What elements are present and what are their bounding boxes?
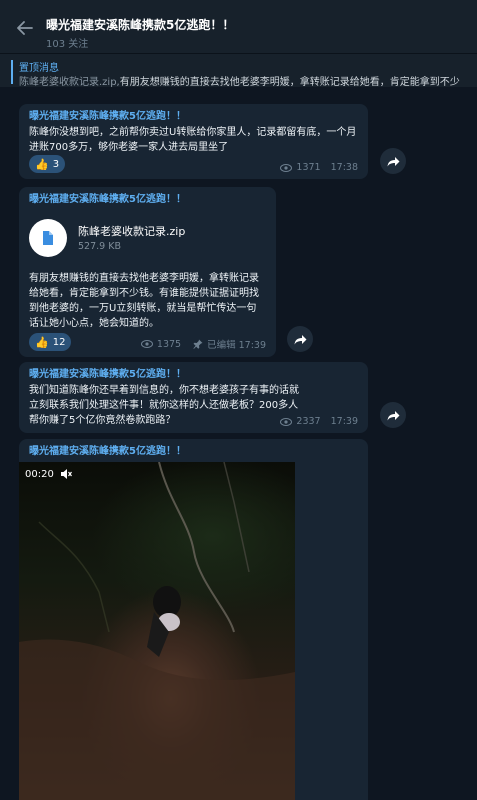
pinned-indicator <box>11 60 13 84</box>
share-button[interactable] <box>380 402 406 428</box>
view-count: 1375 <box>156 338 182 350</box>
message-sender[interactable]: 曝光福建安溪陈峰携款5亿逃跑！！ <box>29 110 358 124</box>
reaction-count: 12 <box>52 336 66 348</box>
file-attachment[interactable]: 陈峰老婆收款记录.zip 527.9 KB <box>29 215 266 261</box>
speaker-muted-icon[interactable] <box>60 468 72 480</box>
message-text: 陈峰你没想到吧，之前帮你卖过U转账给你家里人，记录都留有底，一个月进账700多万… <box>29 127 357 153</box>
document-icon[interactable] <box>29 219 67 257</box>
message-sender[interactable]: 曝光福建安溪陈峰携款5亿逃跑！！ <box>29 193 266 207</box>
share-button[interactable] <box>380 148 406 174</box>
video-player[interactable]: 00:20 <box>19 462 295 800</box>
message-sender[interactable]: 曝光福建安溪陈峰携款5亿逃跑！！ <box>19 445 368 459</box>
channel-header: 曝光福建安溪陈峰携款5亿逃跑！！ 103 关注 <box>0 0 477 53</box>
message-meta: 2337 17:39 <box>280 416 358 427</box>
message-bubble[interactable]: 曝光福建安溪陈峰携款5亿逃跑！！ 陈峰老婆收款记录.zip 527.9 KB 有… <box>19 187 276 357</box>
share-arrow-icon <box>387 410 399 420</box>
pinned-file-name: 陈峰老婆收款记录.zip, <box>19 77 120 87</box>
share-arrow-icon <box>387 156 399 166</box>
message-list: 曝光福建安溪陈峰携款5亿逃跑！！ 陈峰你没想到吧，之前帮你卖过U转账给你家里人，… <box>0 87 477 800</box>
message-text: 我们知道陈峰你还早着到信息的，你不想老婆孩子有事的话就立刻联系我们处理这件事！就… <box>29 385 299 426</box>
view-count: 1371 <box>296 162 321 173</box>
message-sender[interactable]: 曝光福建安溪陈峰携款5亿逃跑！！ <box>29 368 358 382</box>
pinned-text: 陈峰老婆收款记录.zip,有朋友想赚钱的直接去找他老婆李明媛，拿转账记录给她看，… <box>19 73 460 87</box>
eye-icon <box>140 340 153 348</box>
message-bubble[interactable]: 曝光福建安溪陈峰携款5亿逃跑！！ 我们知道陈峰你还早着到信息的，你不想老婆孩子有… <box>19 362 368 433</box>
view-count: 2337 <box>296 416 321 427</box>
video-duration: 00:20 <box>25 468 72 480</box>
thumbs-up-icon: 👍 <box>35 335 49 349</box>
arrow-left-icon[interactable] <box>17 21 33 35</box>
edited-time: 已编辑 17:39 <box>207 340 266 351</box>
reaction-count: 3 <box>52 158 60 170</box>
message-meta: 1375 已编辑 17:39 <box>140 337 266 351</box>
message-time: 17:38 <box>330 162 358 173</box>
video-time-label: 00:20 <box>25 468 54 480</box>
share-button[interactable] <box>287 326 313 352</box>
reaction-badge[interactable]: 👍 12 <box>29 333 72 351</box>
share-arrow-icon <box>294 334 306 344</box>
channel-title[interactable]: 曝光福建安溪陈峰携款5亿逃跑！！ <box>46 16 234 33</box>
pinned-text-body: 有朋友想赚钱的直接去找他老婆李明媛，拿转账记录给她看，肯定能拿到不少 <box>119 77 460 87</box>
message-bubble[interactable]: 曝光福建安溪陈峰携款5亿逃跑！！ 陈峰你没想到吧，之前帮你卖过U转账给你家里人，… <box>19 104 368 179</box>
reaction-badge[interactable]: 👍 3 <box>29 155 66 173</box>
file-name[interactable]: 陈峰老婆收款记录.zip <box>78 224 185 239</box>
thumbs-up-icon: 👍 <box>35 157 49 171</box>
pin-icon <box>193 339 203 349</box>
message-meta: 1371 17:38 <box>280 162 358 173</box>
eye-icon <box>280 417 293 426</box>
pinned-title: 置顶消息 <box>19 63 59 74</box>
message-time: 17:39 <box>330 416 358 427</box>
video-frame <box>19 462 295 800</box>
subscriber-count: 103 关注 <box>46 39 89 50</box>
pinned-message-bar[interactable]: 置顶消息 陈峰老婆收款记录.zip,有朋友想赚钱的直接去找他老婆李明媛，拿转账记… <box>0 53 477 87</box>
eye-icon <box>280 163 293 172</box>
file-size: 527.9 KB <box>78 241 121 252</box>
message-text: 有朋友想赚钱的直接去找他老婆李明媛，拿转账记录给她看，肯定能拿到不少钱。有谁能提… <box>29 273 259 329</box>
